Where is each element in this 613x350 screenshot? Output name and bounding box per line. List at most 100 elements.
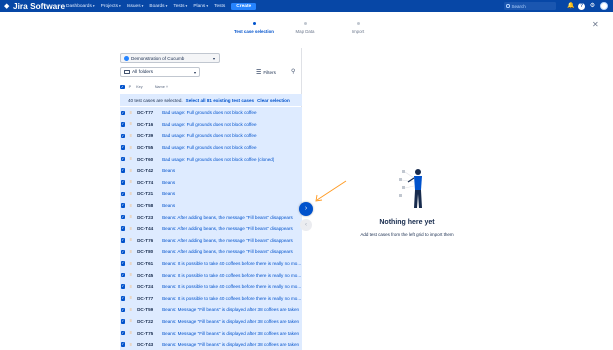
table-row[interactable]: ✓ ≡ DC-T43 Beans: Message "Fill beans" is d…	[120, 339, 302, 350]
row-name: Beans: After adding beans, the message "…	[162, 249, 293, 255]
row-key[interactable]: DC-T24	[137, 284, 161, 289]
test-type-icon: ≡	[129, 283, 132, 289]
row-checkbox[interactable]: ✓	[120, 330, 126, 336]
row-checkbox[interactable]: ✓	[120, 226, 126, 232]
table-row[interactable]: ✓ ≡ DC-T77 Bad usage: Full grounds does not…	[120, 107, 302, 119]
folder-select[interactable]: All folders ▾	[120, 67, 200, 77]
row-key[interactable]: DC-T74	[137, 180, 161, 185]
table-row[interactable]: ✓ ≡ DC-T22 Beans: Message "Fill beans" is d…	[120, 316, 302, 328]
add-to-import-button[interactable]: ›	[299, 202, 313, 216]
row-checkbox[interactable]: ✓	[120, 238, 126, 243]
test-type-icon: ≡	[129, 132, 132, 138]
row-key[interactable]: DC-T75	[137, 331, 161, 336]
column-name[interactable]: Name ˅	[155, 85, 168, 89]
table-row[interactable]: ✓ ≡ DC-T24 Beans: It is possible to take 40…	[120, 281, 302, 293]
table-row[interactable]: ✓ ≡ DC-T55 Bad usage: Full grounds does not…	[120, 142, 302, 154]
row-checkbox[interactable]: ✓	[120, 214, 126, 220]
row-key[interactable]: DC-T61	[137, 261, 161, 266]
row-checkbox[interactable]: ✓	[120, 261, 126, 266]
column-priority[interactable]: P	[129, 85, 132, 89]
table-row[interactable]: ✓ ≡ DC-T61 Beans: It is possible to take 40…	[120, 258, 302, 270]
row-checkbox[interactable]: ✓	[120, 249, 126, 255]
row-checkbox[interactable]: ✓	[120, 191, 126, 197]
row-key[interactable]: DC-T43	[137, 342, 161, 347]
row-key[interactable]: DC-T22	[137, 319, 161, 324]
row-key[interactable]: DC-T39	[137, 133, 161, 138]
nav-tests[interactable]: Tests▾	[173, 4, 187, 9]
close-icon[interactable]: ✕	[592, 20, 599, 29]
table-row[interactable]: ✓ ≡ DC-T76 Beans: After adding beans, the m…	[120, 235, 302, 247]
row-checkbox[interactable]: ✓	[120, 145, 126, 150]
row-key[interactable]: DC-T23	[137, 215, 161, 220]
table-row[interactable]: ✓ ≡ DC-T60 Bad usage: Full grounds does not…	[120, 153, 302, 165]
table-row[interactable]: ✓ ≡ DC-T77 Beans: It is possible to take 40…	[120, 293, 302, 305]
table-row[interactable]: ✓ ≡ DC-T44 Beans: After adding beans, the m…	[120, 223, 302, 235]
nav-boards[interactable]: Boards▾	[149, 4, 167, 9]
row-checkbox[interactable]: ✓	[120, 156, 126, 162]
table-row[interactable]: ✓ ≡ DC-T58 Beans	[120, 200, 302, 212]
remove-from-import-button[interactable]: ‹	[300, 219, 312, 231]
row-checkbox[interactable]: ✓	[120, 180, 126, 185]
table-row[interactable]: ✓ ≡ DC-T42 Beans	[120, 165, 302, 177]
row-checkbox[interactable]: ✓	[120, 133, 126, 139]
row-key[interactable]: DC-T44	[137, 226, 161, 231]
nav-tests-2[interactable]: Tests	[214, 4, 225, 9]
table-row[interactable]: ✓ ≡ DC-T21 Beans	[120, 188, 302, 200]
row-checkbox[interactable]: ✓	[120, 307, 126, 313]
table-row[interactable]: ✓ ≡ DC-T80 Beans: After adding beans, the m…	[120, 246, 302, 258]
row-key[interactable]: DC-T55	[137, 145, 161, 150]
search-icon[interactable]: ⚲	[291, 68, 295, 75]
row-name: Beans	[162, 191, 176, 197]
nav-projects[interactable]: Projects▾	[101, 4, 121, 9]
row-checkbox[interactable]: ✓	[120, 284, 126, 289]
table-row[interactable]: ✓ ≡ DC-T74 Beans	[120, 177, 302, 189]
row-key[interactable]: DC-T42	[137, 168, 161, 173]
row-checkbox[interactable]: ✓	[120, 319, 126, 324]
nav-right: Search 🔔 ? ⚙	[504, 2, 608, 10]
nav-issues[interactable]: Issues▾	[127, 4, 144, 9]
row-key[interactable]: DC-T60	[137, 157, 161, 162]
row-name: Beans: It is possible to take 40 coffees…	[162, 295, 302, 301]
row-name: Bad usage: Full grounds does not block c…	[162, 121, 257, 127]
illus-card	[402, 170, 405, 173]
create-button[interactable]: Create	[231, 2, 257, 10]
row-key[interactable]: DC-T59	[137, 307, 161, 312]
table-row[interactable]: ✓ ≡ DC-T59 Beans: Message "Fill beans" is d…	[120, 304, 302, 316]
row-key[interactable]: DC-T77	[137, 110, 161, 115]
gear-icon[interactable]: ⚙	[589, 3, 596, 10]
select-all-link[interactable]: Select all 81 existing test cases	[186, 98, 254, 103]
table-row[interactable]: ✓ ≡ DC-T45 Beans: It is possible to take 40…	[120, 269, 302, 281]
help-icon[interactable]: ?	[578, 2, 585, 10]
nav-dashboards[interactable]: Dashboards▾	[66, 4, 95, 9]
row-key[interactable]: DC-T45	[137, 273, 161, 278]
row-key[interactable]: DC-T58	[137, 203, 161, 208]
clear-selection-link[interactable]: Clear selection	[257, 98, 290, 103]
row-key[interactable]: DC-T80	[137, 249, 161, 254]
table-row[interactable]: ✓ ≡ DC-T23 Beans: After adding beans, the m…	[120, 211, 302, 223]
row-checkbox[interactable]: ✓	[120, 296, 126, 301]
select-all-checkbox[interactable]: ✓	[120, 84, 125, 90]
row-checkbox[interactable]: ✓	[120, 110, 126, 116]
avatar[interactable]	[600, 2, 608, 10]
row-name: Beans: Message "Fill beans" is displayed…	[162, 330, 300, 336]
row-checkbox[interactable]: ✓	[120, 168, 126, 174]
table-row[interactable]: ✓ ≡ DC-T39 Bad usage: Full grounds does not…	[120, 130, 302, 142]
filters-button[interactable]: ☰ Filters	[256, 67, 276, 77]
row-key[interactable]: DC-T16	[137, 122, 161, 127]
row-key[interactable]: DC-T76	[137, 238, 161, 243]
row-checkbox[interactable]: ✓	[120, 122, 126, 127]
row-key[interactable]: DC-T77	[137, 296, 161, 301]
notifications-icon[interactable]: 🔔	[567, 3, 574, 10]
nav-plans[interactable]: Plans▾	[193, 4, 208, 9]
column-key[interactable]: Key	[136, 85, 143, 89]
project-select[interactable]: Demonstration of Cucumb ▾	[120, 53, 220, 63]
empty-state-subtitle: Add test cases from the left grid to imp…	[360, 232, 454, 237]
row-checkbox[interactable]: ✓	[120, 203, 126, 208]
table-row[interactable]: ✓ ≡ DC-T16 Bad usage: Full grounds does not…	[120, 119, 302, 131]
row-checkbox[interactable]: ✓	[120, 272, 126, 278]
row-checkbox[interactable]: ✓	[120, 342, 126, 347]
row-key[interactable]: DC-T21	[137, 191, 161, 196]
jira-logo[interactable]: ◆ Jira Software	[4, 1, 66, 11]
table-row[interactable]: ✓ ≡ DC-T75 Beans: Message "Fill beans" is d…	[120, 327, 302, 339]
search-input[interactable]: Search	[504, 2, 556, 10]
